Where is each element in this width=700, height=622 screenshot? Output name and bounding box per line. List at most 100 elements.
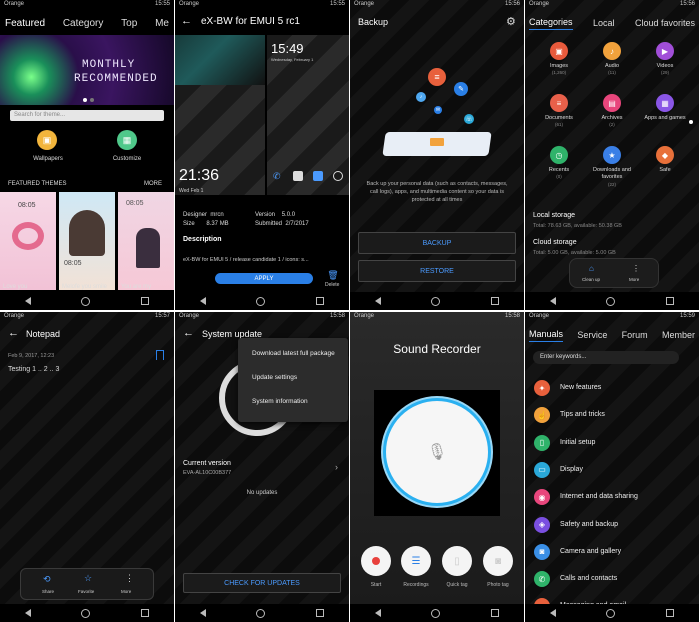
- category-documents[interactable]: ≡ Documents (61): [535, 94, 583, 142]
- recents-nav-icon[interactable]: [140, 609, 149, 617]
- menu-item-system-info[interactable]: System information: [252, 398, 308, 405]
- recents-nav-icon[interactable]: [490, 297, 499, 305]
- home-nav-icon[interactable]: [606, 296, 616, 306]
- star-icon[interactable]: ☆: [84, 573, 92, 584]
- quick-tag-button[interactable]: ▯: [442, 546, 472, 576]
- cloud-storage-title[interactable]: Cloud storage: [533, 239, 577, 246]
- back-nav-icon[interactable]: [375, 609, 382, 617]
- restore-button[interactable]: RESTORE: [358, 260, 516, 282]
- category-images[interactable]: ▣ Images (1,260): [535, 42, 583, 90]
- camera-icon: ◙: [494, 555, 502, 567]
- category-label: Downloads and favorites: [593, 167, 631, 180]
- chevron-right-icon[interactable]: ›: [335, 462, 338, 472]
- keyword-search-input[interactable]: Enter keywords...: [533, 351, 679, 364]
- bookmark-icon[interactable]: [156, 350, 164, 360]
- tab-top[interactable]: Top: [121, 18, 137, 29]
- clock-label: 15:55: [329, 1, 345, 7]
- manual-topic-row[interactable]: ▯ Initial setup: [525, 431, 699, 455]
- theme-card[interactable]: 08:05 Love you: [0, 192, 56, 290]
- recents-nav-icon[interactable]: [490, 609, 499, 617]
- back-nav-icon[interactable]: [25, 609, 32, 617]
- home-nav-icon[interactable]: [81, 608, 91, 618]
- tab-forum[interactable]: Forum: [622, 330, 648, 340]
- menu-item-download[interactable]: Download latest full package: [252, 350, 335, 357]
- current-version-label[interactable]: Current version: [183, 460, 231, 467]
- record-dial[interactable]: 🎙: [383, 398, 491, 506]
- note-body[interactable]: Testing 1 .. 2 .. 3: [8, 366, 59, 373]
- recents-nav-icon[interactable]: [665, 297, 674, 305]
- home-nav-icon[interactable]: [606, 608, 616, 618]
- category-safe[interactable]: ◆ Safe: [641, 146, 689, 194]
- manual-topic-row[interactable]: ◉ Internet and data sharing: [525, 485, 699, 509]
- theme-search-input[interactable]: Search for theme...: [10, 110, 164, 121]
- recents-nav-icon[interactable]: [315, 297, 324, 305]
- manual-topic-row[interactable]: ✆ Calls and contacts: [525, 567, 699, 591]
- trash-icon[interactable]: 🗑: [327, 270, 339, 280]
- tab-categories[interactable]: Categories: [529, 17, 573, 30]
- category-downloads-and-favorites[interactable]: ★ Downloads and favorites (22): [588, 146, 636, 194]
- clean-up-icon[interactable]: ⌂: [589, 264, 594, 273]
- menu-item-update-settings[interactable]: Update settings: [252, 374, 297, 381]
- start-button[interactable]: [361, 546, 391, 576]
- category-videos[interactable]: ▶ Videos (29): [641, 42, 689, 90]
- home-nav-icon[interactable]: [431, 296, 441, 306]
- back-nav-icon[interactable]: [200, 609, 207, 617]
- recordings-label: Recordings: [403, 582, 429, 588]
- manual-topic-row[interactable]: ☝ Tips and tricks: [525, 403, 699, 427]
- manual-topic-row[interactable]: ✦ New features: [525, 376, 699, 400]
- home-nav-icon[interactable]: [256, 608, 266, 618]
- category-recents[interactable]: ◷ Recents (0): [535, 146, 583, 194]
- photo-tag-button[interactable]: ◙: [483, 546, 513, 576]
- local-storage-title[interactable]: Local storage: [533, 212, 575, 219]
- apply-button[interactable]: APPLY: [215, 273, 313, 284]
- category-count: (2): [609, 122, 615, 127]
- backup-button[interactable]: BACKUP: [358, 232, 516, 254]
- recents-nav-icon[interactable]: [140, 297, 149, 305]
- home-nav-icon[interactable]: [431, 608, 441, 618]
- back-nav-icon[interactable]: [375, 297, 382, 305]
- back-arrow-icon[interactable]: ←: [181, 15, 192, 27]
- more-icon[interactable]: ⋮: [632, 264, 640, 273]
- theme-card[interactable]: 08:05 Melofe you smile: [59, 192, 115, 290]
- back-arrow-icon[interactable]: ←: [183, 327, 194, 339]
- monthly-banner[interactable]: MONTHLY RECOMMENDED: [0, 35, 174, 105]
- theme-card[interactable]: 08:05 You are my: [118, 192, 174, 290]
- sparkle-icon: ✦: [534, 380, 550, 396]
- gear-icon[interactable]: ⚙: [506, 15, 516, 28]
- lockscreen-preview[interactable]: 21:36 Wed Feb 1: [175, 35, 265, 195]
- back-nav-icon[interactable]: [550, 609, 557, 617]
- category-archives[interactable]: ▤ Archives (2): [588, 94, 636, 142]
- document-tile: [430, 138, 444, 146]
- tab-cloud-favorites[interactable]: Cloud favorites: [635, 18, 695, 28]
- recents-nav-icon[interactable]: [665, 609, 674, 617]
- tab-service[interactable]: Service: [577, 330, 607, 340]
- wallpapers-icon[interactable]: ▣: [37, 130, 57, 150]
- tab-category[interactable]: Category: [63, 18, 104, 29]
- tab-me[interactable]: Me: [155, 18, 169, 29]
- back-arrow-icon[interactable]: ←: [8, 327, 19, 339]
- manual-topic-row[interactable]: ◙ Camera and gallery: [525, 540, 699, 564]
- category-apps-and-games[interactable]: ▦ Apps and games: [641, 94, 689, 142]
- homescreen-preview[interactable]: 15:49 Wednesday, February 1 ✆: [267, 35, 349, 195]
- customize-icon[interactable]: ▦: [117, 130, 137, 150]
- home-nav-icon[interactable]: [81, 296, 91, 306]
- share-icon[interactable]: ⟲: [43, 574, 51, 585]
- back-nav-icon[interactable]: [550, 297, 557, 305]
- recents-nav-icon[interactable]: [315, 609, 324, 617]
- recordings-button[interactable]: ☰: [401, 546, 431, 576]
- back-nav-icon[interactable]: [200, 297, 207, 305]
- check-for-updates-button[interactable]: CHECK FOR UPDATES: [183, 573, 341, 593]
- category-audio[interactable]: ♪ Audio (11): [588, 42, 636, 90]
- more-icon[interactable]: ⋮: [125, 573, 134, 584]
- page-indicator: [689, 120, 693, 124]
- tab-local[interactable]: Local: [593, 18, 615, 28]
- back-nav-icon[interactable]: [25, 297, 32, 305]
- manual-topic-row[interactable]: ▭ Display: [525, 458, 699, 482]
- tab-featured[interactable]: Featured: [5, 18, 45, 29]
- tab-manuals[interactable]: Manuals: [529, 329, 564, 342]
- home-nav-icon[interactable]: [256, 296, 266, 306]
- tag-icon: ▯: [454, 555, 460, 567]
- more-link[interactable]: MORE: [144, 181, 162, 187]
- tab-member[interactable]: Member: [662, 330, 695, 340]
- manual-topic-row[interactable]: ◈ Safety and backup: [525, 513, 699, 537]
